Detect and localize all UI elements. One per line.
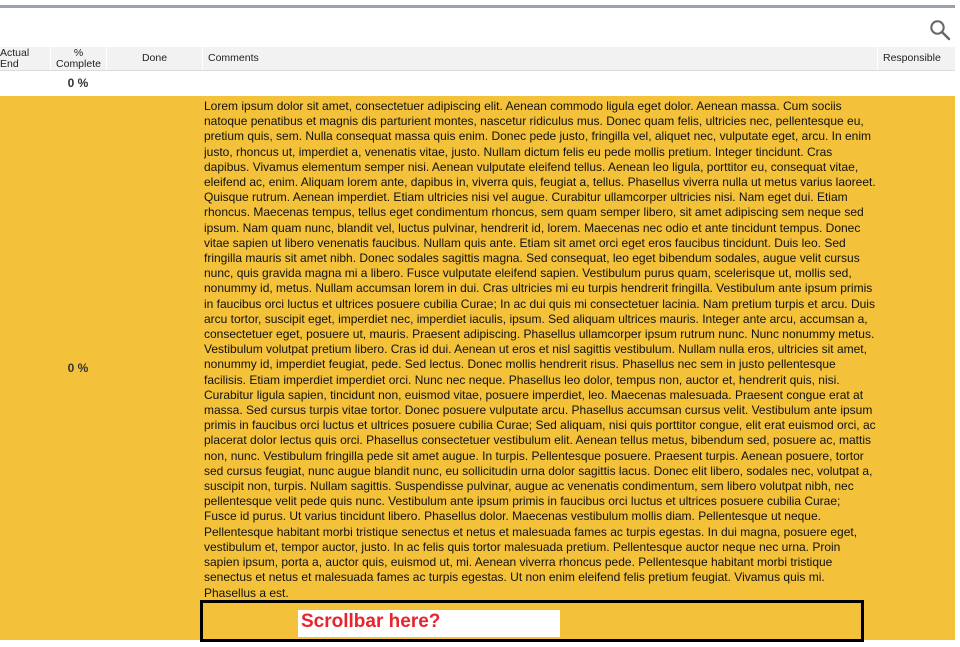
percent-complete-cell: 0 %	[67, 361, 89, 375]
column-header-comments[interactable]: Comments	[202, 47, 877, 70]
search-icon[interactable]	[929, 19, 951, 41]
top-border-line	[0, 5, 955, 8]
column-header-actual-end[interactable]: Actual End	[0, 47, 50, 70]
annotation-callout: Scrollbar here?	[298, 610, 560, 637]
annotation-callout-text: Scrollbar here?	[301, 611, 441, 632]
column-header-label: Actual End	[0, 47, 30, 70]
comments-cell[interactable]: Lorem ipsum dolor sit amet, consectetuer…	[204, 99, 876, 635]
percent-complete-cell: 0 %	[67, 76, 89, 90]
table-header: Actual End % Complete Done Comments Resp…	[0, 47, 955, 71]
toolbar	[0, 10, 960, 48]
table-row[interactable]: 0 %	[0, 71, 955, 96]
column-header-done[interactable]: Done	[106, 47, 202, 70]
table-row-highlighted[interactable]: 0 % Lorem ipsum dolor sit amet, consecte…	[0, 96, 955, 640]
column-header-responsible[interactable]: Responsible	[877, 47, 955, 70]
column-header-label: Done	[141, 52, 168, 64]
column-header-label: % Complete	[56, 47, 101, 70]
column-header-label: Comments	[208, 52, 259, 64]
column-header-label: Responsible	[883, 52, 941, 64]
column-header-percent-complete[interactable]: % Complete	[50, 47, 106, 70]
